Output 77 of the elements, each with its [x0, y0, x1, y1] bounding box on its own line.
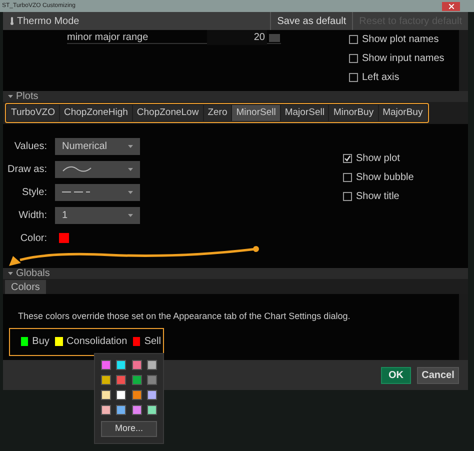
caret-icon [8, 95, 13, 98]
close-icon [448, 4, 454, 8]
palette-swatch[interactable] [101, 390, 111, 400]
color-swatch[interactable] [55, 337, 63, 346]
curve-icon [62, 164, 92, 174]
palette-swatch[interactable] [116, 360, 126, 370]
palette-swatch[interactable] [116, 390, 126, 400]
plot-tab[interactable]: MajorBuy [378, 105, 427, 121]
scrollbar[interactable] [459, 30, 468, 91]
dropdown[interactable] [55, 184, 140, 200]
checkbox-label: Show title [356, 190, 400, 204]
palette-swatch[interactable] [132, 375, 142, 385]
color-label: Consolidation [66, 335, 128, 349]
more-button[interactable]: More... [101, 421, 157, 437]
color-swatch[interactable] [21, 337, 28, 346]
palette-swatch[interactable] [132, 390, 142, 400]
color-swatch[interactable] [133, 337, 140, 346]
caret-icon [128, 144, 133, 148]
palette-swatch[interactable] [146, 390, 157, 400]
globals-tab[interactable]: Colors [5, 280, 46, 294]
palette-swatch[interactable] [146, 360, 157, 370]
field-label: Style: [20, 186, 48, 200]
checkbox-label: Show plot names [362, 33, 439, 47]
palette-swatch[interactable] [132, 405, 142, 415]
palette-swatch[interactable] [132, 360, 142, 370]
checkbox-label: Show input names [362, 52, 444, 66]
palette-swatch[interactable] [101, 375, 111, 385]
palette-swatch[interactable] [101, 405, 111, 415]
plot-tab[interactable]: Zero [204, 105, 232, 121]
color-label: Buy [32, 335, 50, 349]
dropdown[interactable]: 1 [55, 206, 140, 224]
checkbox[interactable] [349, 54, 358, 63]
caret-icon [128, 168, 133, 170]
caret-icon [8, 272, 13, 275]
caret-icon [128, 214, 133, 216]
input-name: minor major range [67, 31, 150, 45]
checkbox[interactable] [349, 35, 358, 44]
thermo-mode-label[interactable]: Thermo Mode [17, 14, 80, 28]
checkbox[interactable] [343, 173, 352, 182]
section-header[interactable]: Plots [16, 89, 38, 104]
palette-swatch[interactable] [101, 360, 111, 370]
field-label: Values: [13, 140, 48, 154]
dropdown-value: Numerical [62, 140, 108, 154]
dashed-line-icon [62, 190, 92, 194]
section-header[interactable]: Globals [16, 266, 50, 281]
field-label: Color: [19, 232, 48, 246]
checkbox-label: Show bubble [356, 171, 414, 185]
thermometer-icon [10, 17, 14, 25]
plot-tab[interactable]: MinorBuy [329, 105, 378, 121]
checkbox-label: Show plot [356, 152, 400, 166]
field-label: Draw as: [6, 162, 48, 176]
cancel-button[interactable]: Cancel [417, 366, 459, 384]
globals-note: These colors override those set on the Appearance tab of the Chart Settings dialog. [17, 310, 352, 323]
checkbox[interactable] [349, 73, 358, 82]
plot-tab[interactable]: MinorSell [232, 105, 280, 121]
close-button[interactable] [442, 2, 460, 10]
checkbox[interactable] [343, 192, 352, 201]
plot-tab[interactable]: TurboVZO [7, 105, 59, 121]
palette-swatch[interactable] [116, 405, 126, 415]
dropdown[interactable]: Numerical [55, 138, 140, 154]
color-label: Sell [144, 335, 161, 349]
checkbox-label: Left axis [362, 71, 400, 85]
ok-button[interactable]: OK [381, 366, 411, 384]
field-label: Width: [18, 208, 48, 222]
palette-swatch[interactable] [146, 375, 157, 385]
scrollbar[interactable] [459, 294, 468, 360]
plot-tab[interactable]: ChopZoneHigh [60, 105, 132, 121]
dropdown-value: 1 [62, 208, 68, 222]
plot-tab[interactable]: ChopZoneLow [132, 105, 203, 121]
palette-swatch[interactable] [146, 405, 157, 415]
color-swatch[interactable] [59, 233, 69, 243]
plot-tab[interactable]: MajorSell [280, 105, 328, 121]
dropdown[interactable] [55, 160, 140, 178]
palette-swatch[interactable] [116, 375, 126, 385]
checkbox[interactable] [343, 154, 352, 163]
input-value[interactable]: 20 [207, 30, 267, 45]
caret-icon [128, 190, 133, 194]
